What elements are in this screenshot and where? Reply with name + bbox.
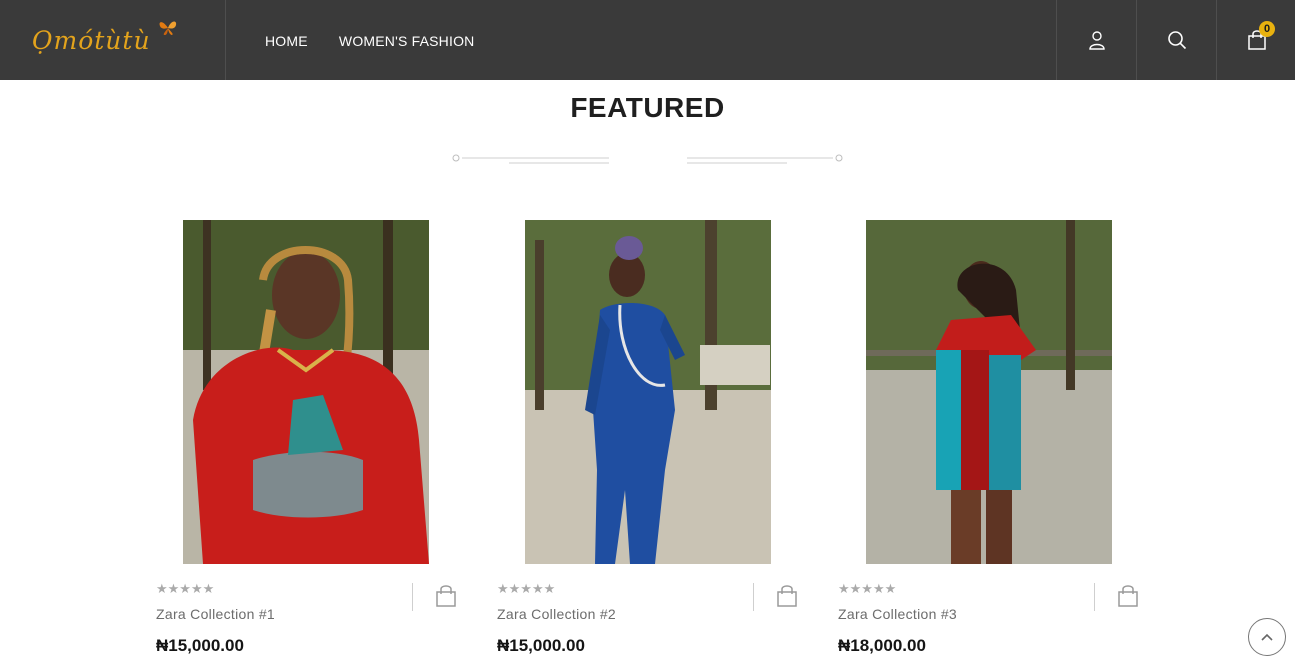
rating-stars: ★★★★★: [156, 582, 215, 597]
product-price: ₦15,000.00: [497, 636, 585, 655]
product-card: ★★★★★ Zara Collection #1 ₦15,000.00: [154, 220, 474, 664]
divider: [753, 583, 754, 611]
product-card: ★★★★★ Zara Collection #2 ₦15,000.00: [495, 220, 815, 664]
product-image[interactable]: [866, 220, 1112, 564]
product-image[interactable]: [183, 220, 429, 564]
add-to-cart-icon[interactable]: [776, 584, 798, 608]
cart-count-badge: 0: [1259, 21, 1275, 37]
user-icon: [1088, 31, 1105, 50]
product-name[interactable]: Zara Collection #3: [838, 606, 957, 622]
product-image[interactable]: [525, 220, 771, 564]
cart-button[interactable]: 0: [1216, 0, 1295, 80]
rating-stars: ★★★★★: [838, 582, 897, 597]
chevron-up-icon: [1261, 633, 1273, 641]
logo-text: Ọmótùtù: [32, 26, 151, 55]
search-button[interactable]: [1136, 0, 1216, 80]
butterfly-icon: [159, 21, 177, 35]
logo[interactable]: Ọmótùtù: [0, 0, 226, 80]
account-button[interactable]: [1056, 0, 1136, 80]
title-divider: [452, 154, 843, 164]
add-to-cart-icon[interactable]: [435, 584, 457, 608]
product-price: ₦18,000.00: [838, 636, 926, 655]
search-icon: [1167, 31, 1186, 50]
main-nav: HOME WOMEN'S FASHION: [265, 31, 500, 50]
divider: [1094, 583, 1095, 611]
add-to-cart-icon[interactable]: [1117, 584, 1139, 608]
divider: [412, 583, 413, 611]
header-bar: Ọmótùtù HOME WOMEN'S FASHION 0: [0, 0, 1295, 80]
scroll-to-top-button[interactable]: [1248, 618, 1286, 656]
section-title: FEATURED: [570, 92, 725, 123]
rating-stars: ★★★★★: [497, 582, 556, 597]
nav-home[interactable]: HOME: [265, 33, 308, 49]
product-name[interactable]: Zara Collection #1: [156, 606, 275, 622]
product-price: ₦15,000.00: [156, 636, 244, 655]
product-name[interactable]: Zara Collection #2: [497, 606, 616, 622]
product-card: ★★★★★ Zara Collection #3 ₦18,000.00: [836, 220, 1156, 664]
nav-womens-fashion[interactable]: WOMEN'S FASHION: [339, 33, 475, 49]
